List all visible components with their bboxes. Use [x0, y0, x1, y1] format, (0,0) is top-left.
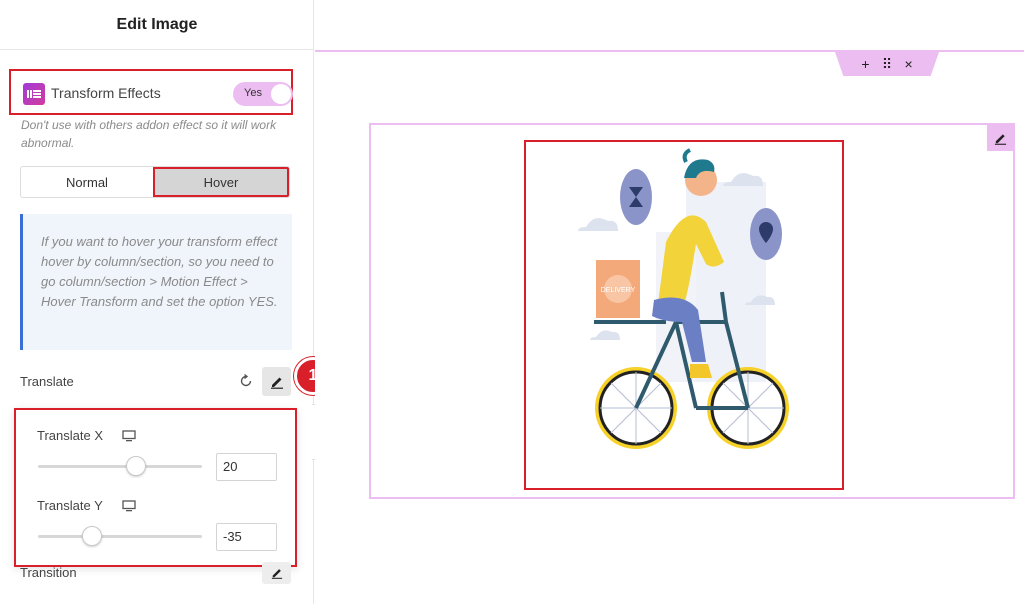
section-border	[315, 50, 1024, 52]
widget-edit-button[interactable]	[987, 125, 1013, 151]
toggle-knob	[271, 84, 291, 104]
translate-edit-button[interactable]	[262, 367, 291, 396]
transform-effects-note: Don't use with others addon effect so it…	[21, 118, 277, 150]
hover-info-note: If you want to hover your transform effe…	[20, 214, 292, 350]
translate-y-slider[interactable]	[38, 535, 202, 538]
panel-title: Edit Image	[116, 15, 198, 33]
close-section-icon[interactable]: ×	[904, 56, 912, 72]
addon-logo-icon	[23, 83, 45, 105]
transition-edit-button[interactable]	[262, 562, 291, 584]
pencil-icon	[270, 377, 283, 389]
translate-x-slider-thumb[interactable]	[126, 456, 147, 476]
pencil-icon	[994, 133, 1006, 145]
reset-icon[interactable]	[238, 373, 254, 389]
translate-y-input[interactable]: -35	[216, 523, 277, 551]
translate-x-slider[interactable]	[38, 465, 202, 468]
desktop-icon[interactable]	[122, 499, 136, 512]
section-handle: + ⠿ ×	[835, 52, 939, 76]
translate-y-slider-thumb[interactable]	[82, 526, 103, 546]
toggle-value: Yes	[244, 87, 262, 99]
transform-effects-toggle[interactable]: Yes	[233, 82, 293, 106]
state-tabs: Normal Hover	[20, 166, 290, 198]
drag-handle-icon[interactable]: ⠿	[882, 56, 892, 73]
translate-y-label: Translate Y	[37, 498, 103, 513]
transform-effects-row: Transform Effects Yes	[9, 69, 293, 115]
translate-popover: Translate X 20 Translate Y -35	[14, 408, 297, 567]
delivery-illustration[interactable]: DELIVERY	[524, 140, 844, 490]
transition-label: Transition	[20, 565, 77, 580]
transform-effects-label: Transform Effects	[51, 85, 161, 101]
add-section-icon[interactable]: +	[861, 56, 869, 72]
translate-x-input[interactable]: 20	[216, 453, 277, 481]
editor-panel: Edit Image Transform Effects Yes Don't u…	[0, 0, 314, 604]
panel-header: Edit Image	[0, 0, 314, 50]
translate-x-label: Translate X	[37, 428, 103, 443]
translate-label: Translate	[20, 374, 74, 389]
pencil-icon	[271, 569, 282, 579]
box-label: DELIVERY	[601, 287, 636, 294]
desktop-icon[interactable]	[122, 429, 136, 442]
tab-hover[interactable]: Hover	[153, 167, 289, 197]
tab-normal[interactable]: Normal	[21, 167, 153, 197]
